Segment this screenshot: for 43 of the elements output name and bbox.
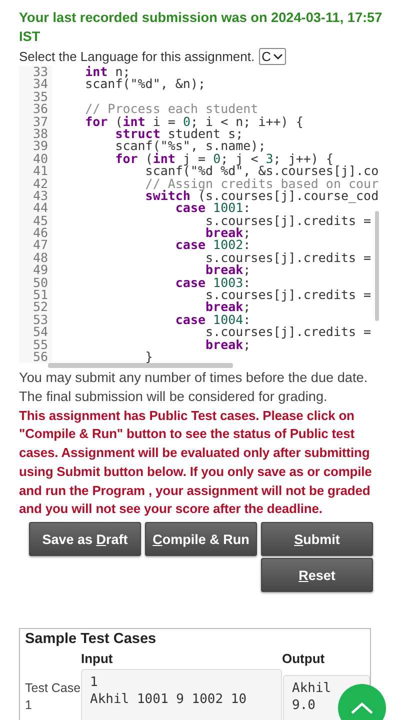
code-line: // Process each student (84, 103, 258, 116)
scroll-top-button[interactable] (338, 684, 386, 720)
code-line: // Assign credits based on cour (144, 178, 379, 190)
note-text: You may submit any number of times before the due date. (19, 369, 369, 388)
code-line: break; (204, 338, 251, 351)
horizontal-scrollbar[interactable] (48, 363, 233, 368)
input-box: 1 Akhil 1001 9 1002 10 (81, 669, 282, 720)
code-line: case 1004: (174, 314, 251, 326)
code-line: scanf("%s", s.name); (114, 140, 266, 153)
code-line: case 1001: (175, 202, 251, 215)
vertical-scrollbar[interactable] (375, 211, 379, 321)
action-button[interactable]: Compile & Run (145, 522, 257, 556)
action-button[interactable]: Reset (261, 558, 373, 592)
code-line: s.courses[j].credits = (205, 289, 372, 302)
language-prompt: Select the Language for this assignment. (19, 49, 255, 64)
code-line: break; (204, 301, 251, 314)
warning-text: This assignment has Public Test cases. Please click on "Compile & Run" button to see the status of Public test cases. Assignment will be evaluated only after submitting using Submit button below. If you only save as or compile and run the Program , your assignment will not be graded and you will not see your score after the deadline. (19, 406, 373, 518)
test-case-label: Test Case 1 (25, 680, 81, 714)
submission-notice: Your last recorded submission was on 2024-03-11, 17:57 IST (19, 9, 384, 46)
code-line: break; (204, 264, 251, 277)
code-line: scanf("%d %d", &s.courses[j].co (144, 165, 379, 178)
code-line: } (144, 350, 153, 364)
chevron-down-icon (272, 53, 283, 60)
action-button[interactable]: Submit (261, 522, 373, 556)
chevron-up-icon (350, 701, 374, 715)
code-line: int n; (84, 66, 130, 78)
code-line: case 1002: (174, 239, 251, 252)
column-header: Output (282, 650, 326, 668)
code-line: for (int j = 0; j < 3; j++) { (114, 152, 334, 166)
code-line: s.courses[j].credits = (205, 326, 372, 339)
action-button[interactable]: Save as Draft (29, 522, 141, 556)
code-line: s.courses[j].credits = (204, 214, 372, 228)
code-line: s.courses[j].credits = (204, 252, 372, 264)
section-title: Sample Test Cases (25, 631, 158, 647)
note-text: The final submission will be considered for grading. (19, 388, 328, 406)
code-line: for (int i = 0; i < n; i++) { (84, 116, 304, 128)
code-line: scanf("%d", &n); (84, 78, 206, 91)
column-header: Input (81, 650, 114, 668)
code-line: switch (s.courses[j].course_cod (144, 190, 379, 202)
code-line: case 1003: (174, 276, 251, 290)
code-line: break; (204, 227, 251, 240)
code-line: struct student s; (114, 128, 244, 140)
language-select[interactable]: C (258, 48, 286, 65)
